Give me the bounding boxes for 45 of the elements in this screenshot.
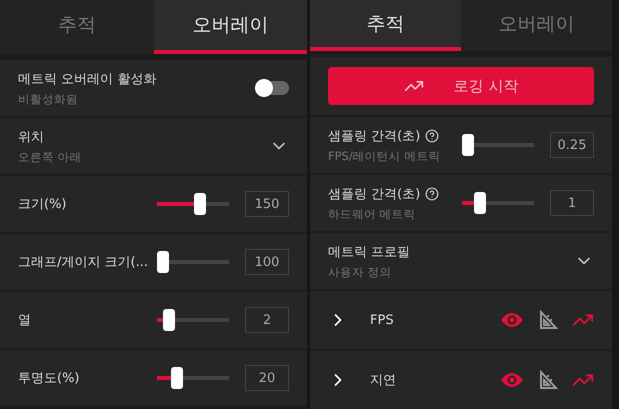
value-field[interactable]: 150 [245,191,289,217]
setting-label: 샘플링 간격(초) [328,186,420,202]
value-field[interactable]: 0.25 [550,132,594,158]
setting-label: 열 [18,312,31,329]
value-field[interactable]: 2 [245,307,289,333]
slider[interactable] [157,193,229,215]
value-field[interactable]: 1 [550,190,594,216]
value-field[interactable]: 100 [245,249,289,275]
slider[interactable] [157,251,229,273]
slider-thumb[interactable] [157,251,169,273]
slider[interactable] [157,367,229,389]
slider-thumb[interactable] [163,309,175,331]
setting-description: FPS/레이턴시 메트릭 [328,148,442,164]
slider[interactable] [462,134,534,156]
tab[interactable]: 추적 [310,0,461,51]
setting-status: 비활성화됨 [18,92,79,106]
slider[interactable] [462,192,534,214]
ruler-icon[interactable] [538,310,558,330]
value-field[interactable]: 20 [245,365,289,391]
setting-label: 샘플링 간격(초) [328,128,420,144]
setting-label: 크기(%) [18,196,66,213]
setting-label: 위치 [18,128,45,146]
setting-description: 하드웨어 메트릭 [328,206,417,222]
toggle-switch[interactable] [257,81,289,95]
selected-value: 사용자 정의 [328,264,393,280]
setting-label: 투명도(%) [18,370,80,387]
slider[interactable] [157,309,229,331]
eye-icon[interactable] [500,372,524,388]
help-icon[interactable] [425,186,440,200]
slider-thumb[interactable] [194,193,206,215]
help-icon[interactable] [425,128,440,142]
selected-value: 오른쪽 아래 [18,150,83,164]
eye-icon[interactable] [500,312,524,328]
setting-label: 그래프/게이지 크기(... [18,254,148,271]
setting-label: 메트릭 오버레이 활성화 [18,70,158,88]
dropdown[interactable]: 위치 오른쪽 아래 [0,118,307,174]
metric-name: 지연 [370,372,397,389]
dropdown[interactable]: 메트릭 프로필 사용자 정의 [310,233,612,289]
slider-thumb[interactable] [171,367,184,389]
slider-thumb[interactable] [462,134,474,156]
tab[interactable]: 오버레이 [154,0,307,54]
slider-thumb[interactable] [474,192,486,214]
setting-label: 메트릭 프로필 [328,244,412,260]
metric-name: FPS [370,312,395,328]
ruler-icon[interactable] [538,370,558,390]
